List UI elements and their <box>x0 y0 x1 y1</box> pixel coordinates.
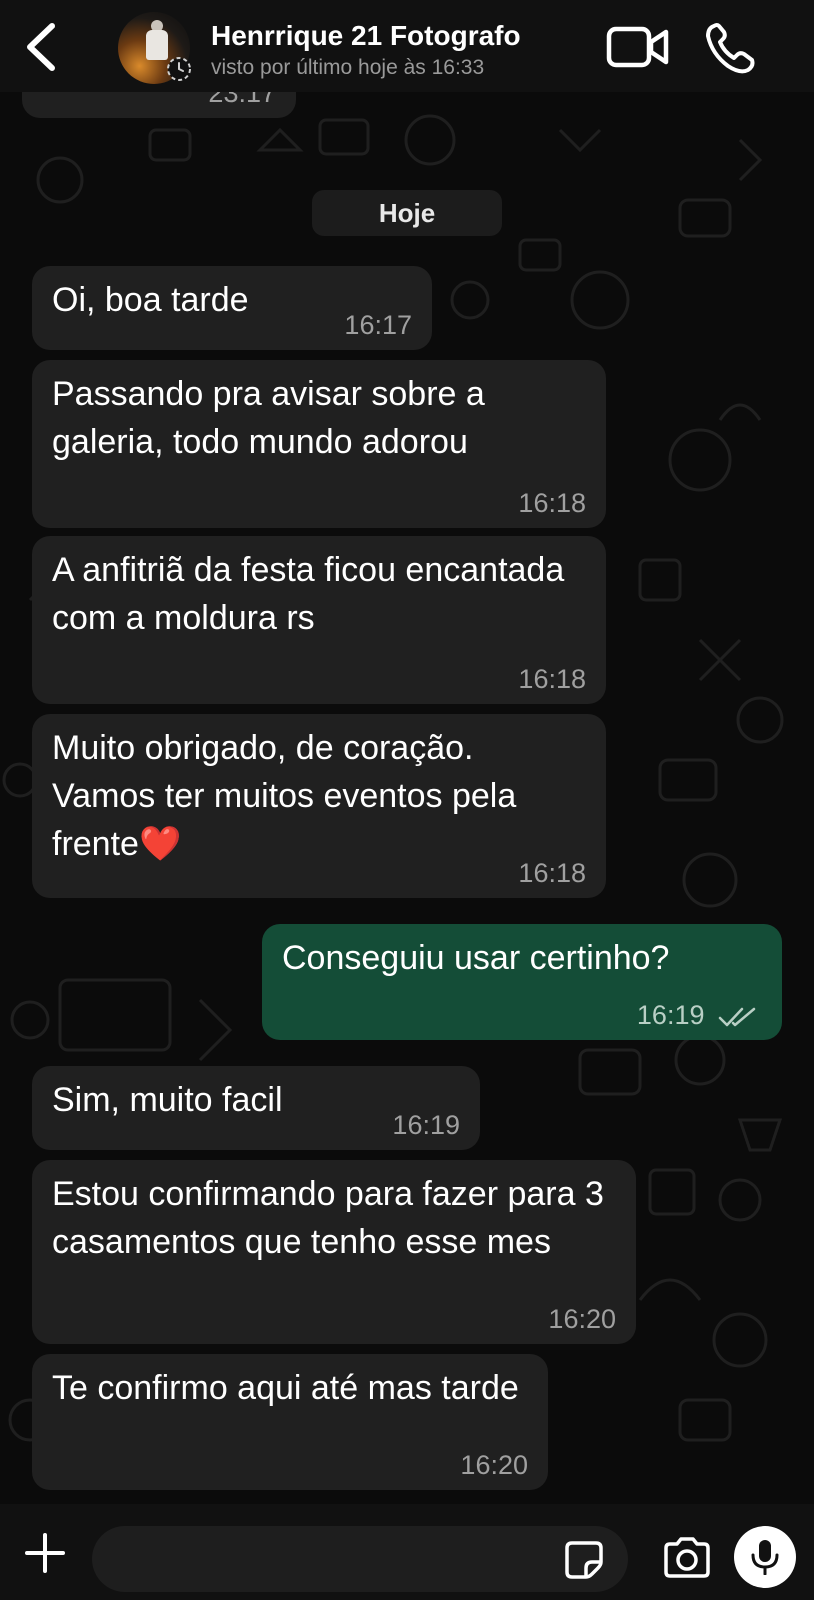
camera-button[interactable] <box>662 1536 712 1580</box>
message-text: Muito obrigado, de coração. Vamos ter mu… <box>52 729 517 863</box>
plus-icon <box>25 1533 65 1573</box>
video-camera-icon <box>606 26 669 68</box>
voice-call-button[interactable] <box>702 20 758 76</box>
message-time: 16:17 <box>344 310 412 340</box>
message-bubble-incoming[interactable]: Sim, muito facil 16:19 <box>32 1066 480 1150</box>
message-text: Conseguiu usar certinho? <box>282 939 670 977</box>
video-call-button[interactable] <box>606 24 670 70</box>
message-time-with-status: 16:19 <box>637 1000 758 1030</box>
double-check-read-icon <box>718 1007 756 1027</box>
last-seen-status: visto por último hoje às 16:33 <box>211 56 485 79</box>
message-text: Estou confirmando para fazer para 3 casa… <box>52 1175 604 1261</box>
message-bubble-incoming[interactable]: Passando pra avisar sobre a galeria, tod… <box>32 360 606 528</box>
sticker-icon <box>565 1541 603 1579</box>
message-time: 16:18 <box>518 664 586 694</box>
message-composer <box>0 1504 814 1600</box>
message-time: 16:18 <box>518 858 586 888</box>
message-text: Passando pra avisar sobre a galeria, tod… <box>52 375 485 461</box>
sticker-button[interactable] <box>564 1540 604 1580</box>
message-bubble-incoming[interactable]: Oi, boa tarde 16:17 <box>32 266 432 350</box>
message-bubble-incoming[interactable]: Te confirmo aqui até mas tarde 16:20 <box>32 1354 548 1490</box>
chevron-left-icon <box>27 23 55 71</box>
voice-message-button[interactable] <box>734 1526 796 1588</box>
back-button[interactable] <box>22 20 62 74</box>
attach-button[interactable] <box>24 1532 66 1574</box>
message-text: A anfitriã da festa ficou encantada com … <box>52 551 565 637</box>
message-time: 16:20 <box>460 1450 528 1480</box>
message-bubble-incoming[interactable]: Estou confirmando para fazer para 3 casa… <box>32 1160 636 1344</box>
phone-icon <box>706 23 755 74</box>
disappearing-timer-icon <box>166 56 192 82</box>
message-time: 16:20 <box>548 1304 616 1334</box>
message-time: 16:19 <box>392 1110 460 1140</box>
message-input[interactable] <box>92 1526 628 1592</box>
microphone-icon <box>751 1540 779 1575</box>
contact-name[interactable]: Henrrique 21 Fotografo <box>211 20 521 52</box>
chat-header: Henrrique 21 Fotografo visto por último … <box>0 0 814 92</box>
message-bubble-incoming[interactable]: A anfitriã da festa ficou encantada com … <box>32 536 606 704</box>
date-separator: Hoje <box>312 190 502 236</box>
camera-icon <box>664 1537 710 1578</box>
message-time: 16:19 <box>636 1000 705 1030</box>
message-bubble-incoming[interactable]: Muito obrigado, de coração. Vamos ter mu… <box>32 714 606 898</box>
message-time: 16:18 <box>518 488 586 518</box>
message-text: Te confirmo aqui até mas tarde <box>52 1369 519 1407</box>
message-bubble-outgoing[interactable]: Conseguiu usar certinho? 16:19 <box>262 924 782 1040</box>
